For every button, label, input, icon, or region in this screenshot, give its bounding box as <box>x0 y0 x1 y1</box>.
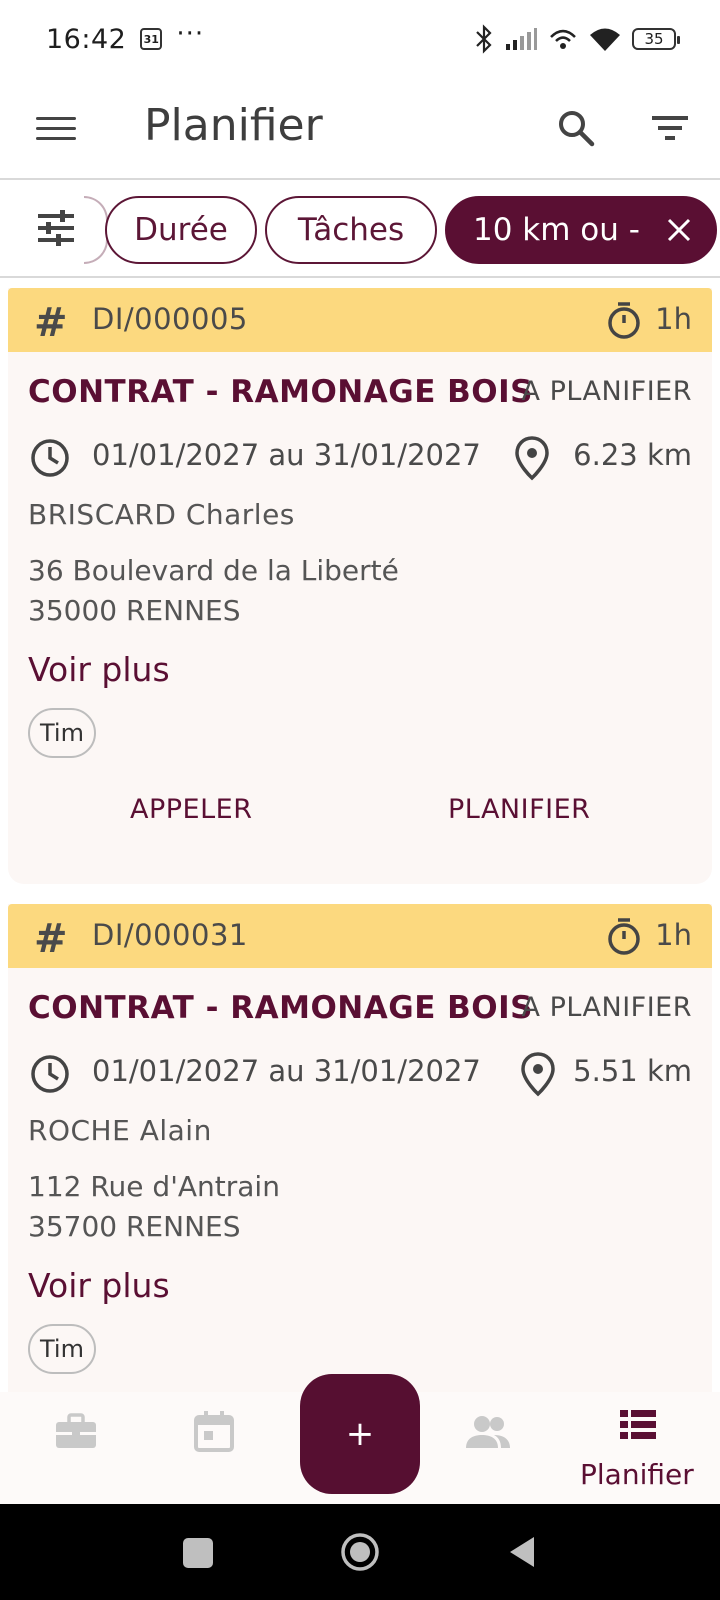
card-status: A PLANIFIER <box>521 992 692 1023</box>
card-id: DI/000005 <box>92 302 248 336</box>
add-button[interactable]: + <box>300 1374 420 1494</box>
timer-icon <box>608 918 640 955</box>
card-header: # DI/000005 1h <box>8 288 712 352</box>
filter-chip-distance[interactable]: 10 km ou - <box>445 196 717 264</box>
see-more-link[interactable]: Voir plus <box>28 650 170 689</box>
card-address-line1: 36 Boulevard de la Liberté <box>28 554 399 587</box>
tune-icon[interactable] <box>34 206 78 250</box>
app-bar: Planifier <box>0 78 720 180</box>
hotspot-icon <box>550 29 576 49</box>
hash-icon: # <box>34 916 68 962</box>
menu-icon[interactable] <box>36 108 76 148</box>
status-right: 35 <box>474 24 680 54</box>
card-distance: 6.23 km <box>573 438 692 472</box>
back-icon[interactable] <box>506 1534 538 1570</box>
clock-icon <box>31 439 69 477</box>
signal-icon <box>506 28 537 50</box>
filter-chip-duree[interactable]: Durée <box>105 196 257 264</box>
page-title: Planifier <box>144 100 323 151</box>
filter-chip-distance-label: 10 km ou - <box>473 212 640 248</box>
card-status: A PLANIFIER <box>521 376 692 407</box>
search-icon[interactable] <box>552 104 600 152</box>
card-dates: 01/01/2027 au 31/01/2027 <box>92 438 481 472</box>
close-icon[interactable] <box>663 214 695 246</box>
technician-tag: Tim <box>28 1324 96 1374</box>
hash-icon: # <box>34 300 68 346</box>
sort-filter-icon[interactable] <box>646 104 694 152</box>
status-left: 16:42 31 ··· <box>46 19 204 55</box>
location-pin-icon <box>521 1052 555 1097</box>
calendar-notification-icon: 31 <box>140 28 163 50</box>
system-navigation-bar <box>0 1504 720 1600</box>
briefcase-icon[interactable] <box>52 1408 100 1456</box>
battery-icon: 35 <box>632 28 680 50</box>
call-button[interactable]: APPELER <box>130 794 252 825</box>
card-client: ROCHE Alain <box>28 1114 212 1147</box>
list-icon[interactable] <box>614 1402 662 1450</box>
card-title: CONTRAT - RAMONAGE BOIS <box>28 374 534 410</box>
bluetooth-icon <box>476 24 492 54</box>
status-bar: 16:42 31 ··· 35 <box>0 0 720 78</box>
people-icon[interactable] <box>464 1408 512 1456</box>
plan-button[interactable]: PLANIFIER <box>448 794 590 825</box>
home-icon[interactable] <box>340 1532 380 1572</box>
card-address-line2: 35700 RENNES <box>28 1210 241 1243</box>
more-notifications-icon: ··· <box>176 19 205 49</box>
card-address-line2: 35000 RENNES <box>28 594 241 627</box>
card-header: # DI/000031 1h <box>8 904 712 968</box>
clock-icon <box>31 1055 69 1093</box>
card-id: DI/000031 <box>92 918 248 952</box>
intervention-card[interactable]: # DI/000031 1h CONTRAT - RAMONAGE BOIS A… <box>8 904 712 1396</box>
card-duration: 1h <box>655 302 692 336</box>
card-duration: 1h <box>655 918 692 952</box>
filter-chips-row: Durée Tâches 10 km ou - <box>0 182 720 278</box>
location-pin-icon <box>515 436 549 481</box>
nav-label-planifier[interactable]: Planifier <box>580 1458 694 1491</box>
card-address-line1: 112 Rue d'Antrain <box>28 1170 280 1203</box>
card-client: BRISCARD Charles <box>28 498 295 531</box>
timer-icon <box>608 302 640 339</box>
see-more-link[interactable]: Voir plus <box>28 1266 170 1305</box>
filter-chip-taches[interactable]: Tâches <box>265 196 437 264</box>
recents-icon[interactable] <box>183 1538 213 1568</box>
card-dates: 01/01/2027 au 31/01/2027 <box>92 1054 481 1088</box>
calendar-icon[interactable] <box>190 1408 238 1456</box>
card-title: CONTRAT - RAMONAGE BOIS <box>28 990 534 1026</box>
card-distance: 5.51 km <box>573 1054 692 1088</box>
intervention-card[interactable]: # DI/000005 1h CONTRAT - RAMONAGE BOIS A… <box>8 288 712 884</box>
status-time: 16:42 <box>46 23 127 55</box>
wifi-icon <box>590 28 620 51</box>
technician-tag: Tim <box>28 708 96 758</box>
